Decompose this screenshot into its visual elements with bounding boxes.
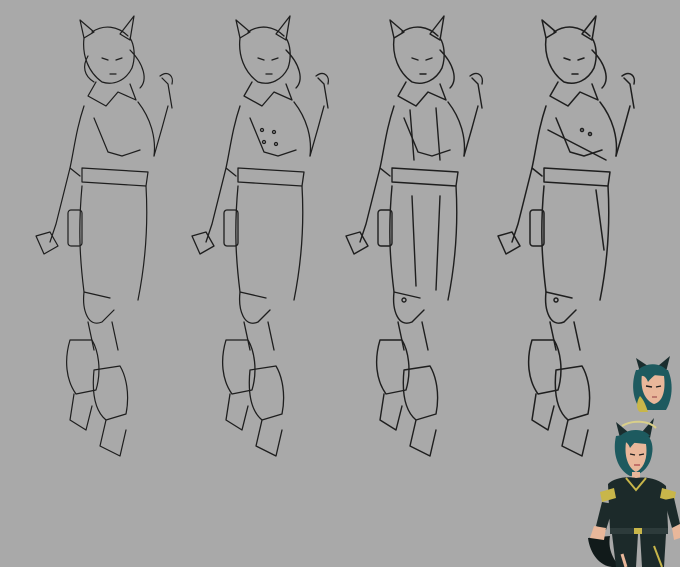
lineart-figure-1	[35, 15, 173, 457]
artboard	[0, 0, 680, 567]
full-body-illustration	[588, 418, 680, 567]
sketch-figure-1	[22, 10, 173, 470]
lineart-figure-2	[191, 15, 330, 457]
color-reference-portrait	[626, 356, 678, 412]
color-reference-full-body	[586, 418, 680, 567]
lineart-figure-4	[497, 15, 636, 457]
portrait-illustration	[633, 356, 672, 412]
sketch-figure-3	[332, 10, 484, 470]
sketch-figure-2	[178, 10, 330, 470]
lineart-figure-3	[345, 15, 484, 457]
sketch-figure-4	[484, 10, 636, 470]
